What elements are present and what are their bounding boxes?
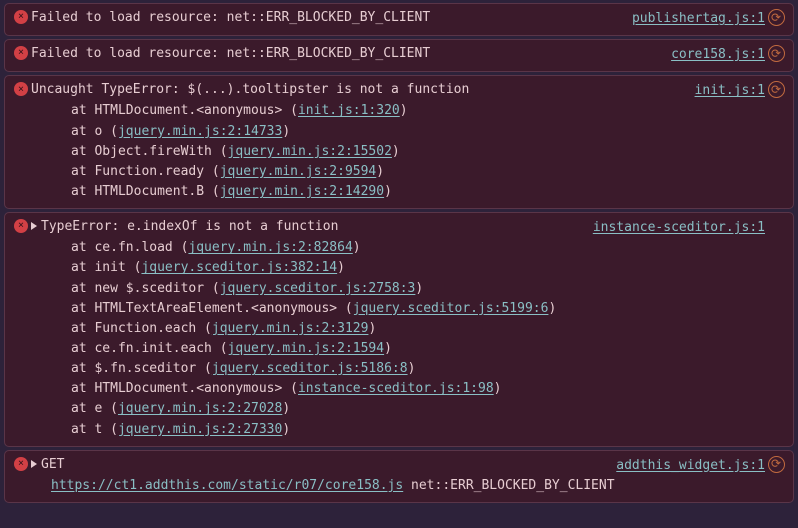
- error-detail-line: https://ct1.addthis.com/static/r07/core1…: [31, 476, 787, 496]
- stack-frame-link[interactable]: jquery.min.js:2:27330: [118, 422, 282, 437]
- stack-frame-link[interactable]: jquery.min.js:2:3129: [212, 321, 369, 336]
- error-detail-text: net::ERR_BLOCKED_BY_CLIENT: [403, 478, 614, 493]
- stack-frame-link[interactable]: jquery.sceditor.js:5199:6: [353, 301, 549, 316]
- stack-frame: at ce.fn.load (jquery.min.js:2:82864): [31, 238, 787, 258]
- error-message: GET: [41, 457, 64, 472]
- stack-frame-link[interactable]: jquery.min.js:2:27028: [118, 401, 282, 416]
- stack-frame-link[interactable]: jquery.min.js:2:15502: [228, 144, 392, 159]
- error-icon: [14, 219, 28, 233]
- error-icon: [14, 82, 28, 96]
- error-message: Failed to load resource: net::ERR_BLOCKE…: [31, 46, 430, 61]
- console-error-entry: GET addthis_widget.js:1 https://ct1.addthi…: [4, 450, 794, 503]
- stack-frame: at Function.each (jquery.min.js:2:3129): [31, 319, 787, 339]
- error-message: Failed to load resource: net::ERR_BLOCKE…: [31, 10, 430, 25]
- source-link[interactable]: addthis_widget.js:1: [616, 458, 765, 473]
- stack-frame: at ce.fn.init.each (jquery.min.js:2:1594…: [31, 339, 787, 359]
- stack-frame-link[interactable]: jquery.sceditor.js:382:14: [141, 260, 337, 275]
- navigate-icon[interactable]: [768, 45, 785, 62]
- source-link[interactable]: core158.js:1: [671, 47, 765, 62]
- stack-frame-link[interactable]: instance-sceditor.js:1:98: [298, 381, 494, 396]
- stack-frame: at t (jquery.min.js:2:27330): [31, 420, 787, 440]
- stack-frame: at e (jquery.min.js:2:27028): [31, 399, 787, 419]
- source-link[interactable]: publishertag.js:1: [632, 11, 765, 26]
- stack-frame-link[interactable]: jquery.min.js:2:9594: [220, 164, 377, 179]
- error-message: TypeError: e.indexOf is not a function: [41, 219, 338, 234]
- stack-frame: at init (jquery.sceditor.js:382:14): [31, 258, 787, 278]
- error-icon: [14, 46, 28, 60]
- stack-frame-link[interactable]: init.js:1:320: [298, 103, 400, 118]
- stack-frame: at o (jquery.min.js:2:14733): [31, 122, 787, 142]
- stack-frame: at Object.fireWith (jquery.min.js:2:1550…: [31, 142, 787, 162]
- stack-frame-link[interactable]: jquery.sceditor.js:2758:3: [220, 281, 416, 296]
- stack-frame: at HTMLDocument.<anonymous> (instance-sc…: [31, 379, 787, 399]
- source-link[interactable]: init.js:1: [695, 83, 765, 98]
- console-error-entry: Failed to load resource: net::ERR_BLOCKE…: [4, 3, 794, 36]
- stack-frame-link[interactable]: jquery.sceditor.js:5186:8: [212, 361, 408, 376]
- console-error-entry: Failed to load resource: net::ERR_BLOCKE…: [4, 39, 794, 72]
- stack-frame: at HTMLDocument.B (jquery.min.js:2:14290…: [31, 182, 787, 202]
- stack-frame-link[interactable]: jquery.min.js:2:82864: [188, 240, 352, 255]
- disclosure-triangle-icon[interactable]: [31, 222, 37, 230]
- navigate-icon[interactable]: [768, 9, 785, 26]
- error-icon: [14, 10, 28, 24]
- navigate-icon[interactable]: [768, 81, 785, 98]
- error-message: Uncaught TypeError: $(...).tooltipster i…: [31, 82, 469, 97]
- stack-frame: at Function.ready (jquery.min.js:2:9594): [31, 162, 787, 182]
- console-error-entry: TypeError: e.indexOf is not a function in…: [4, 212, 794, 447]
- stack-frame: at $.fn.sceditor (jquery.sceditor.js:518…: [31, 359, 787, 379]
- stack-frame: at HTMLTextAreaElement.<anonymous> (jque…: [31, 299, 787, 319]
- stack-frame-link[interactable]: jquery.min.js:2:1594: [228, 341, 385, 356]
- console-error-entry: Uncaught TypeError: $(...).tooltipster i…: [4, 75, 794, 209]
- stack-frame: at HTMLDocument.<anonymous> (init.js:1:3…: [31, 101, 787, 121]
- source-link[interactable]: instance-sceditor.js:1: [593, 220, 765, 235]
- stack-trace: at HTMLDocument.<anonymous> (init.js:1:3…: [31, 101, 787, 202]
- stack-trace: at ce.fn.load (jquery.min.js:2:82864)at …: [31, 238, 787, 439]
- disclosure-triangle-icon[interactable]: [31, 460, 37, 468]
- resource-url-link[interactable]: https://ct1.addthis.com/static/r07/core1…: [51, 478, 403, 493]
- stack-frame-link[interactable]: jquery.min.js:2:14733: [118, 124, 282, 139]
- error-icon: [14, 457, 28, 471]
- stack-frame: at new $.sceditor (jquery.sceditor.js:27…: [31, 279, 787, 299]
- navigate-icon[interactable]: [768, 456, 785, 473]
- stack-frame-link[interactable]: jquery.min.js:2:14290: [220, 184, 384, 199]
